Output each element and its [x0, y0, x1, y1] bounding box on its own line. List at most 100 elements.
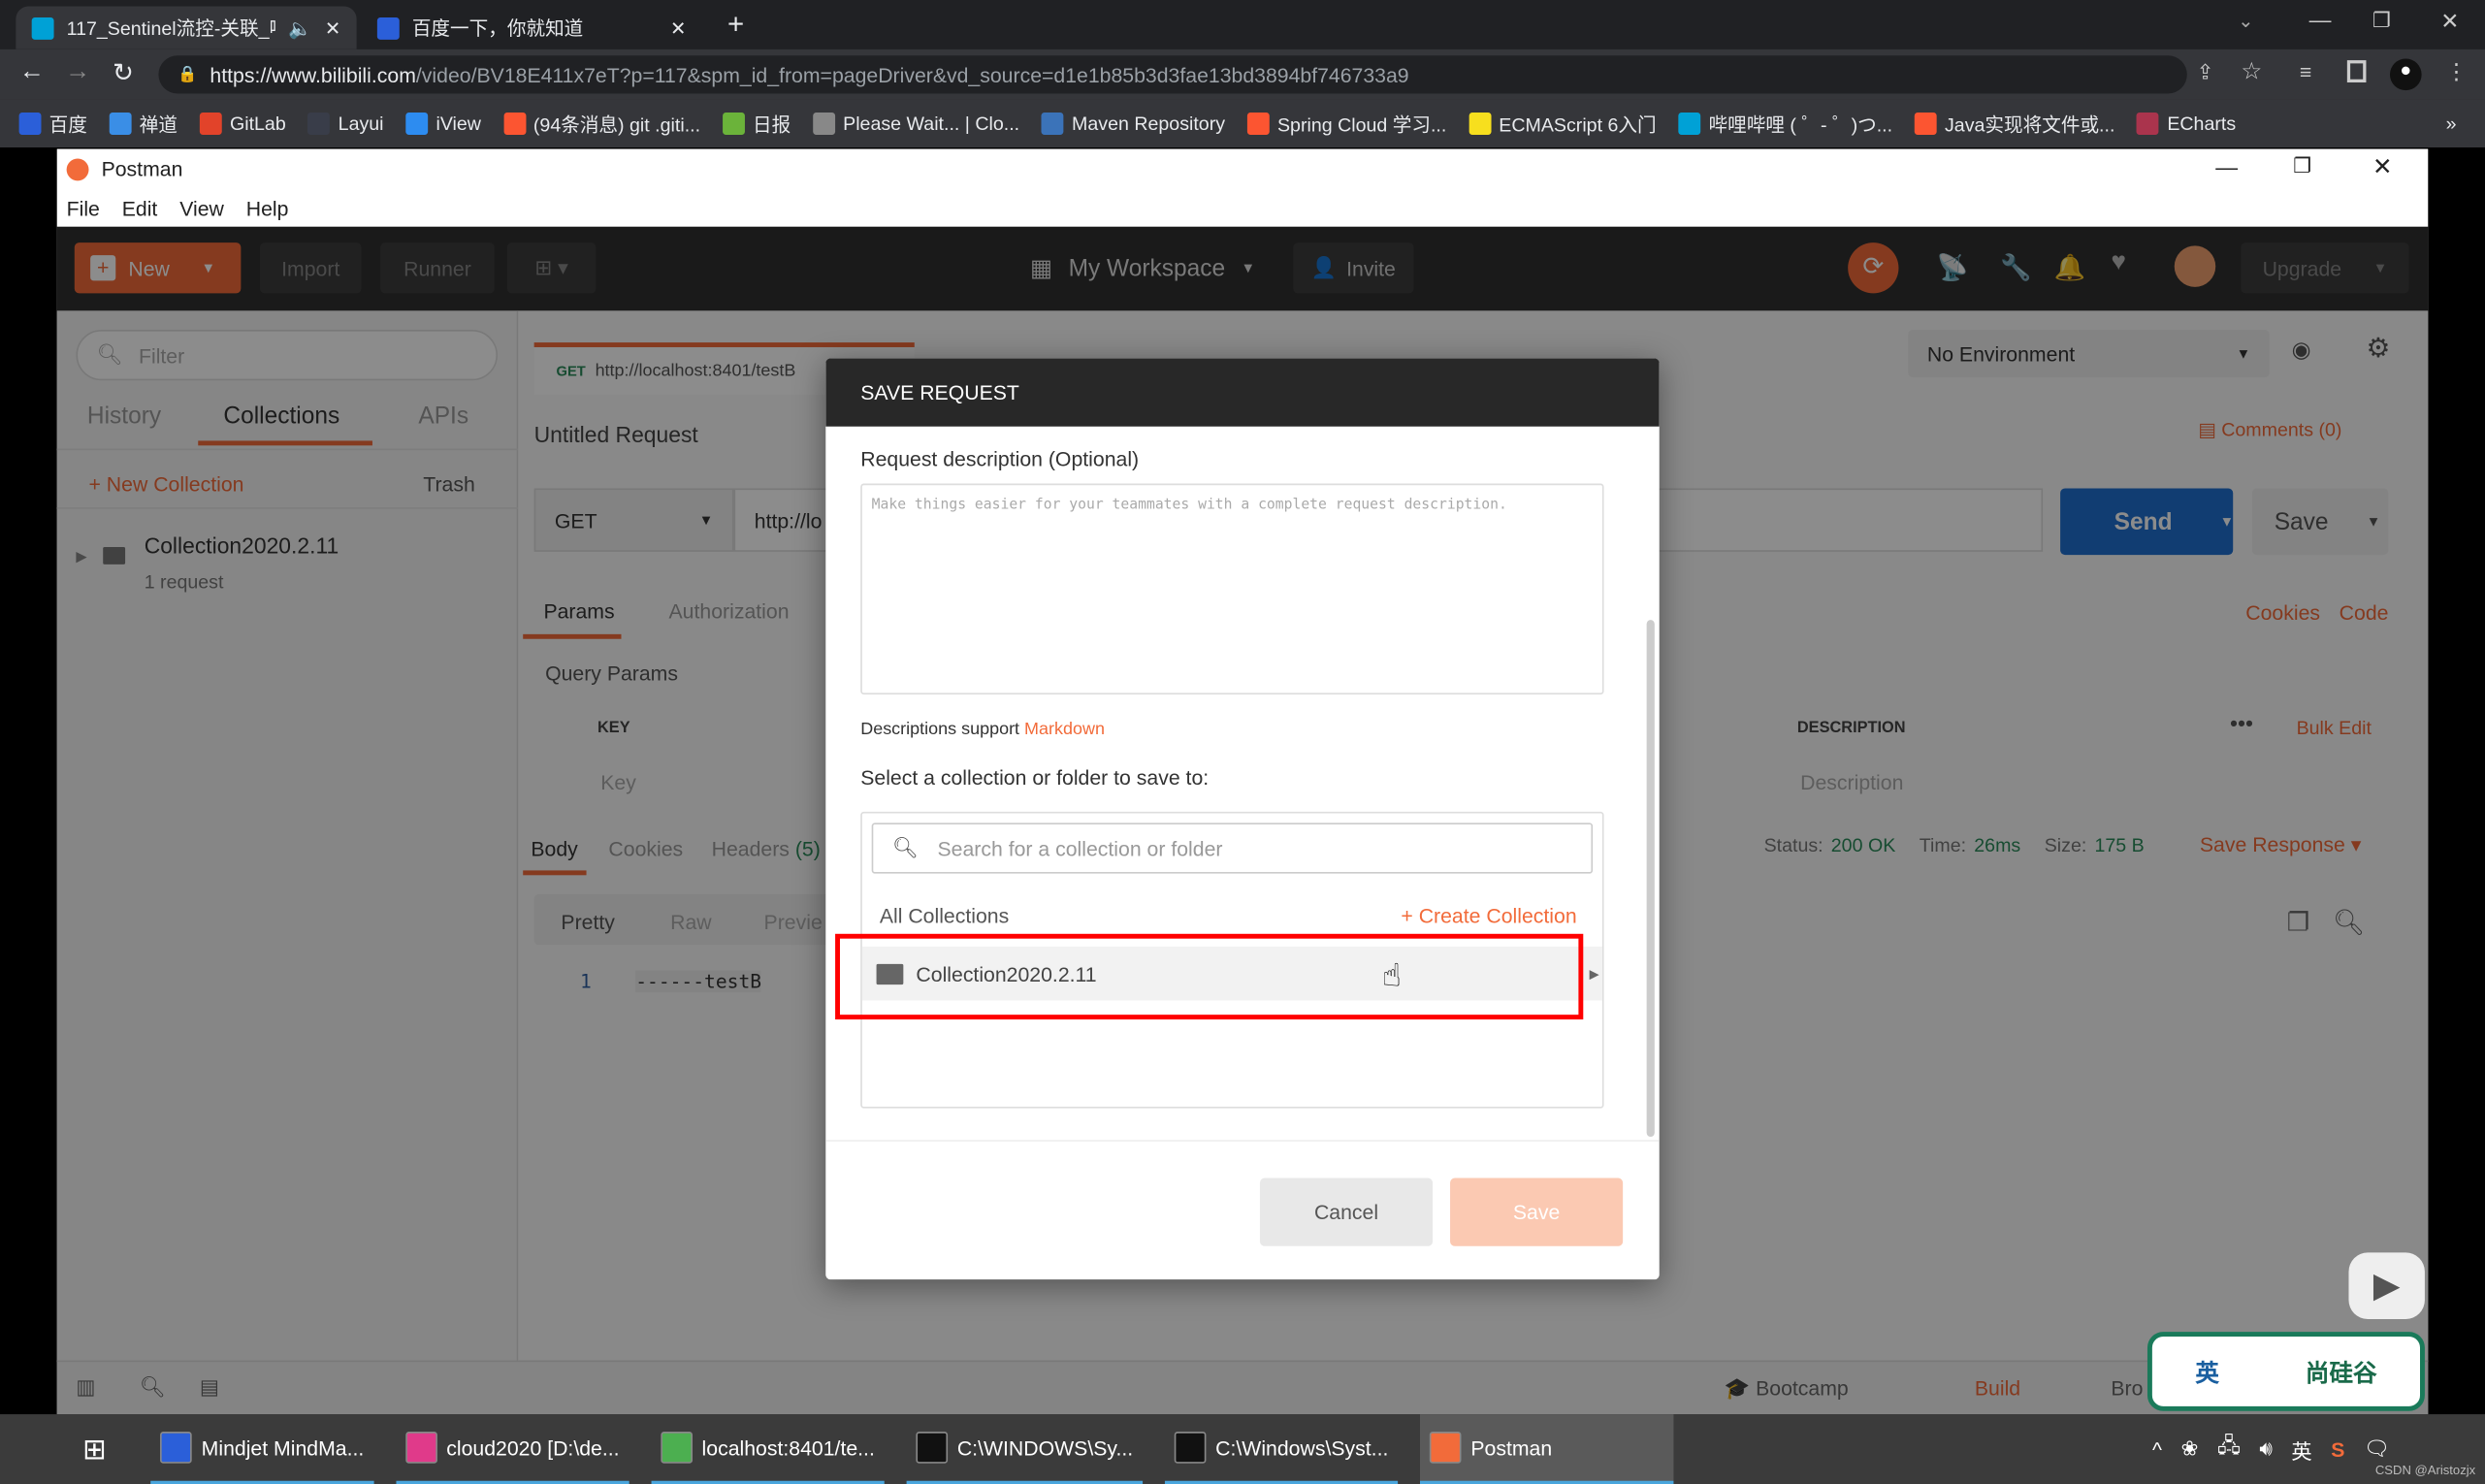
app-icon: [1174, 1432, 1207, 1464]
bookmarks-bar: 百度 禅道 GitLab Layui iView (94条消息) git .giti...…: [0, 99, 2485, 148]
taskbar-app[interactable]: C:\WINDOWS\Sy...: [906, 1414, 1143, 1484]
side-panel-icon[interactable]: [2346, 60, 2367, 83]
app-icon: [661, 1432, 693, 1464]
new-tab-icon[interactable]: +: [727, 8, 744, 41]
taskbar-app[interactable]: localhost:8401/te...: [651, 1414, 885, 1484]
bookmark-favicon-icon: [1678, 113, 1701, 135]
bookmark-item[interactable]: 日报: [722, 111, 791, 138]
menu-edit[interactable]: Edit: [122, 196, 158, 220]
cancel-button[interactable]: Cancel: [1259, 1178, 1434, 1246]
taskbar-app[interactable]: Mindjet MindMa...: [150, 1414, 374, 1484]
taskbar-app[interactable]: Postman: [1420, 1414, 1674, 1484]
screen: 117_Sentinel流控-关联_哔哩 🔈 ✕ 百度一下，你就知道 ✕ + ⌄…: [0, 0, 2485, 1484]
tray-app-icon[interactable]: ❀: [2181, 1436, 2199, 1462]
ime-indicator[interactable]: 英: [2291, 1435, 2311, 1465]
windows-start-icon[interactable]: ⊞: [82, 1433, 107, 1466]
bookmark-favicon-icon: [1041, 113, 1064, 135]
create-collection-button[interactable]: + Create Collection: [1401, 904, 1576, 928]
sogou-icon[interactable]: S: [2331, 1437, 2344, 1462]
back-icon[interactable]: ←: [19, 58, 45, 86]
search-icon: 🔍︎: [891, 835, 919, 859]
restore-icon[interactable]: ❐: [2293, 154, 2311, 179]
app-icon: [916, 1432, 949, 1464]
title-bar: Postman — ❐ ✕: [56, 148, 2429, 189]
forward-icon[interactable]: →: [65, 58, 90, 86]
bookmark-item[interactable]: Spring Cloud 学习...: [1246, 111, 1446, 138]
close-tab-icon[interactable]: ✕: [670, 16, 686, 39]
bookmark-favicon-icon: [18, 113, 42, 135]
save-request-dialog: SAVE REQUEST Request description (Option…: [825, 358, 1660, 1280]
reload-icon[interactable]: ↻: [113, 57, 134, 89]
close-window-icon[interactable]: ✕: [2440, 8, 2459, 35]
bookmark-item[interactable]: iView: [405, 113, 481, 135]
menu-file[interactable]: File: [67, 196, 100, 220]
bookmark-item[interactable]: 百度: [18, 111, 87, 138]
menu-icon[interactable]: ⋮: [2445, 58, 2468, 85]
taskbar-apps: Mindjet MindMa... cloud2020 [D:\de... loca…: [150, 1414, 1674, 1484]
bookmark-item[interactable]: Maven Repository: [1041, 113, 1225, 135]
bookmark-item[interactable]: (94条消息) git .giti...: [502, 111, 700, 138]
bookmark-item[interactable]: GitLab: [199, 113, 286, 135]
select-collection-label: Select a collection or folder to save to…: [860, 765, 1210, 790]
brand-overlay: 英尚硅谷: [2146, 1332, 2425, 1411]
divider: [825, 1140, 1660, 1142]
bookmark-favicon-icon: [813, 113, 835, 135]
url-path: /video/BV18E411x7eT?p=117&spm_id_from=pa…: [415, 62, 1409, 87]
dialog-title: SAVE REQUEST: [860, 380, 1019, 404]
media-icon[interactable]: ≡: [2300, 60, 2311, 84]
lock-icon: 🔒: [178, 65, 198, 83]
chevron-up-icon[interactable]: ^: [2152, 1437, 2162, 1462]
bookmark-item[interactable]: 哔哩哔哩 ( ゜- ゜)つ...: [1678, 111, 1892, 138]
baidu-icon: [376, 16, 400, 40]
minimize-icon[interactable]: —: [2309, 7, 2332, 32]
watermark: CSDN @Aristozjx: [2374, 1463, 2476, 1478]
taskbar-app[interactable]: C:\Windows\Syst...: [1164, 1414, 1399, 1484]
profile-icon[interactable]: ●: [2389, 58, 2422, 91]
caret-right-icon[interactable]: ▶: [1590, 966, 1599, 981]
tab-search-icon[interactable]: ⌄: [2238, 10, 2253, 32]
save-button[interactable]: Save: [1450, 1178, 1624, 1246]
bookmark-favicon-icon: [2137, 113, 2160, 135]
browser-tab-active[interactable]: 117_Sentinel流控-关联_哔哩 🔈 ✕: [16, 6, 357, 49]
menu-help[interactable]: Help: [246, 196, 289, 220]
volume-icon[interactable]: 🔊︎: [2259, 1436, 2272, 1462]
taskbar-app[interactable]: cloud2020 [D:\de...: [395, 1414, 629, 1484]
bookmark-item[interactable]: 禅道: [109, 111, 178, 138]
bookmark-item[interactable]: Please Wait... | Clo...: [813, 113, 1019, 135]
star-icon[interactable]: ☆: [2241, 57, 2262, 85]
menu-view[interactable]: View: [179, 196, 224, 220]
postman-logo-icon: [66, 157, 89, 180]
restore-icon[interactable]: ❐: [2372, 8, 2391, 33]
minimize-icon[interactable]: —: [2215, 154, 2238, 179]
description-label: Request description (Optional): [860, 446, 1140, 471]
markdown-link[interactable]: Markdown: [1024, 720, 1105, 739]
menu-bar: File Edit View Help: [56, 188, 2429, 227]
collection-search-input[interactable]: 🔍︎ Search for a collection or folder: [871, 823, 1594, 874]
bookmark-item[interactable]: Java实现将文件或...: [1914, 111, 2114, 138]
play-icon[interactable]: ▶: [2348, 1252, 2425, 1320]
markdown-note: Descriptions support Markdown: [860, 720, 1105, 739]
close-tab-icon[interactable]: ✕: [325, 16, 340, 39]
speaker-icon[interactable]: 🔈: [288, 16, 311, 39]
bookmark-favicon-icon: [502, 113, 526, 135]
close-icon[interactable]: ✕: [2372, 152, 2393, 181]
bookmark-favicon-icon: [1246, 113, 1270, 135]
network-icon[interactable]: 🖧: [2217, 1432, 2241, 1467]
dialog-header: SAVE REQUEST: [825, 358, 1660, 427]
bookmark-favicon-icon: [1914, 113, 1937, 135]
bookmark-item[interactable]: ECMAScript 6入门: [1468, 111, 1657, 138]
description-textarea[interactable]: Make things easier for your teammates wi…: [860, 483, 1604, 694]
bookmark-favicon-icon: [1468, 113, 1492, 135]
share-icon[interactable]: ⇪: [2197, 60, 2214, 85]
notification-icon[interactable]: 🗨: [2364, 1436, 2390, 1462]
more-bookmarks-icon[interactable]: »: [2446, 113, 2457, 135]
bookmark-item[interactable]: ECharts: [2137, 113, 2236, 135]
app-icon: [404, 1432, 437, 1464]
browser-tab[interactable]: 百度一下，你就知道 ✕: [362, 7, 702, 49]
all-collections-label: All Collections: [879, 903, 1010, 928]
windows-taskbar: ⊞ Mindjet MindMa... cloud2020 [D:\de... lo…: [0, 1414, 2485, 1484]
bookmark-item[interactable]: Layui: [307, 113, 384, 135]
bilibili-icon: [31, 16, 54, 40]
address-bar[interactable]: 🔒 https://www.bilibili.com/video/BV18E41…: [158, 55, 2187, 94]
dialog-scrollbar[interactable]: [1646, 620, 1655, 1138]
